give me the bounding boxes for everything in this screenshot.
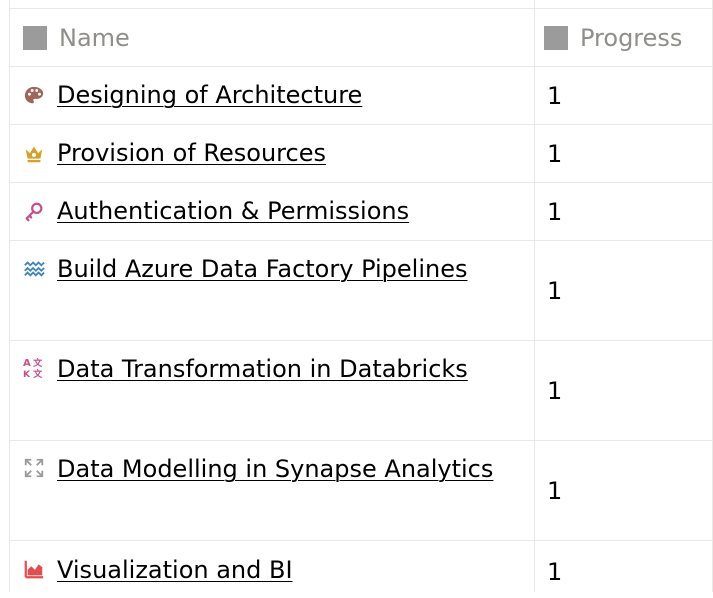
name-cell[interactable]: Designing of Architecture — [23, 67, 523, 124]
progress-cell[interactable]: 1 — [547, 67, 562, 124]
row-title-link[interactable]: Visualization and BI — [57, 549, 293, 592]
translate-icon: A文K文 — [23, 357, 45, 379]
database-table: Name Progress Designing of Architecture … — [0, 0, 713, 592]
progress-cell[interactable]: 1 — [547, 541, 562, 598]
row-title-link[interactable]: Provision of Resources — [57, 132, 326, 175]
row-title-link[interactable]: Build Azure Data Factory Pipelines — [57, 255, 468, 283]
svg-text:文: 文 — [33, 368, 43, 379]
table-row[interactable]: Provision of Resources 1 — [9, 124, 713, 182]
table-row[interactable]: Build Azure Data Factory Pipelines 1 — [9, 240, 713, 340]
column-header-name[interactable]: Name — [23, 9, 523, 66]
svg-text:K: K — [23, 369, 31, 379]
svg-text:文: 文 — [33, 357, 43, 369]
chart-area-icon — [23, 558, 45, 580]
progress-cell[interactable]: 1 — [547, 183, 562, 240]
table-row[interactable]: Data Modelling in Synapse Analytics 1 — [9, 440, 713, 540]
table-row[interactable]: Designing of Architecture 1 — [9, 66, 713, 124]
palette-icon — [23, 85, 45, 107]
progress-cell[interactable]: 1 — [547, 125, 562, 182]
name-cell[interactable]: Data Modelling in Synapse Analytics — [23, 448, 528, 491]
crown-icon — [23, 143, 45, 165]
svg-text:A: A — [23, 358, 31, 369]
text-property-icon — [23, 25, 47, 50]
row-title-link[interactable]: Data Transformation in Databricks — [57, 355, 468, 383]
row-title-link[interactable]: Designing of Architecture — [57, 74, 362, 117]
name-cell[interactable]: Provision of Resources — [23, 125, 523, 182]
waves-icon — [23, 257, 45, 279]
progress-cell[interactable]: 1 — [547, 341, 562, 440]
table-header-row: Name Progress — [9, 8, 713, 66]
name-cell[interactable]: Authentication & Permissions — [23, 183, 523, 240]
column-header-name-label: Name — [59, 23, 130, 52]
column-header-progress-label: Progress — [580, 23, 683, 52]
table-row[interactable]: Authentication & Permissions 1 — [9, 182, 713, 240]
table-row[interactable]: A文K文 Data Transformation in Databricks 1 — [9, 340, 713, 440]
number-property-icon — [544, 25, 568, 50]
table-row[interactable]: Visualization and BI 1 — [9, 540, 713, 598]
row-title-link[interactable]: Data Modelling in Synapse Analytics — [57, 455, 493, 483]
progress-cell[interactable]: 1 — [547, 441, 562, 540]
name-cell[interactable]: A文K文 Data Transformation in Databricks — [23, 348, 528, 391]
name-cell[interactable]: Visualization and BI — [23, 541, 523, 598]
column-header-progress[interactable]: Progress — [544, 9, 682, 66]
progress-cell[interactable]: 1 — [547, 241, 562, 340]
key-icon — [23, 201, 45, 223]
name-cell[interactable]: Build Azure Data Factory Pipelines — [23, 248, 528, 291]
row-title-link[interactable]: Authentication & Permissions — [57, 190, 409, 233]
expand-icon — [23, 457, 45, 479]
